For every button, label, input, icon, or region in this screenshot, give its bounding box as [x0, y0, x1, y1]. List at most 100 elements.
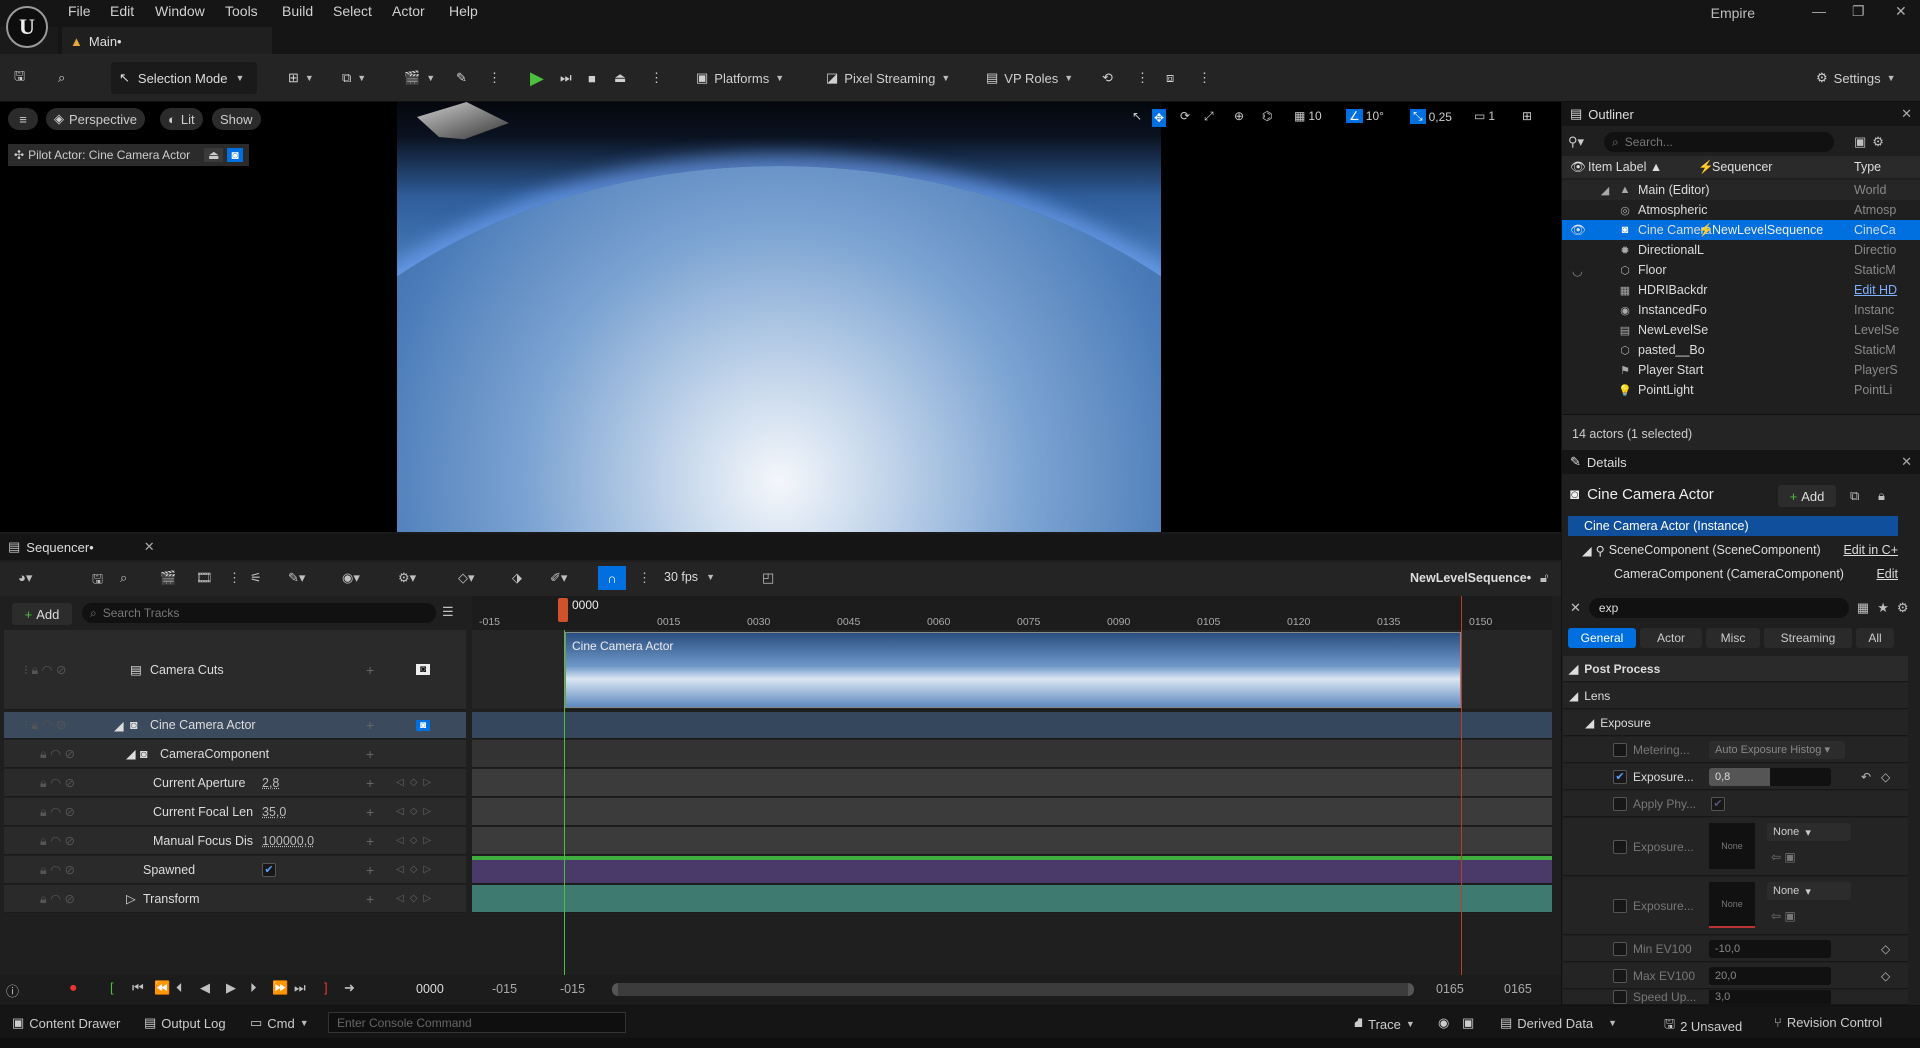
use-selected-icon[interactable]: ⇦ ▣ — [1771, 909, 1796, 923]
menu-actor[interactable]: Actor — [392, 3, 425, 19]
stop-icon[interactable]: ■ — [588, 64, 596, 92]
metering-mode-dropdown[interactable]: Auto Exposure Histog ▾ — [1709, 740, 1845, 759]
override-checkbox-checked[interactable]: ✔ — [1613, 769, 1627, 784]
visibility-icon[interactable]: 👁 — [1570, 160, 1586, 175]
outliner-row[interactable]: ◡ ⬡ Floor StaticM — [1562, 260, 1920, 280]
viewport-menu-icon[interactable]: ≡ — [8, 108, 38, 130]
apply-physical-checkbox[interactable]: ✔ — [1711, 796, 1725, 811]
world-space-icon[interactable]: ⊕ — [1234, 109, 1244, 123]
keyframe-nav-icon[interactable]: ◁◇▷ — [396, 806, 437, 817]
prev-key-icon[interactable]: ⏪ — [154, 980, 170, 996]
track-transform[interactable]: 🔒︎ ◠ ⊘ ▷ Transform + ◁◇▷ — [4, 885, 466, 913]
override-checkbox[interactable] — [1613, 742, 1627, 757]
output-log-button[interactable]: ▤ Output Log — [144, 1015, 226, 1031]
exposure-compensation-slider[interactable]: 0,8 — [1709, 767, 1831, 786]
add-track-button[interactable]: + Add — [12, 603, 72, 625]
table-view-icon[interactable]: ▦ — [1857, 600, 1869, 616]
override-checkbox[interactable] — [1613, 990, 1627, 1004]
outliner-row[interactable]: ✹ DirectionalL Directio — [1562, 240, 1920, 260]
view-icon[interactable]: ◉▾ — [342, 570, 360, 586]
tab-general[interactable]: General — [1568, 628, 1636, 648]
track-controls-icon[interactable]: 🔒︎ ◠ ⊘ — [40, 833, 75, 849]
select-tool-icon[interactable]: ↖ — [1132, 109, 1142, 123]
camera-lock-icon[interactable]: ◙ — [227, 148, 243, 162]
more-options-icon[interactable]: ⋮ — [488, 64, 501, 92]
tab-main[interactable]: ▲ Main• — [62, 27, 272, 54]
key-diamond-icon[interactable]: ◇▾ — [458, 570, 475, 586]
lane-focal[interactable] — [472, 798, 1552, 826]
track-controls-icon[interactable]: ⁝ 🔒︎ ◠ ⊘ — [24, 662, 66, 678]
rotation-snap-button[interactable]: ∠ 10° — [1346, 109, 1384, 123]
keyframe-icon[interactable]: ◇ — [1881, 770, 1890, 784]
texture-dropdown[interactable]: None ▾ — [1767, 823, 1851, 841]
surface-snap-icon[interactable]: ⌬ — [1262, 109, 1272, 123]
jump-start-icon[interactable]: ⏮ — [132, 980, 144, 996]
pixel-streaming-dropdown[interactable]: ◪ Pixel Streaming ▼ — [826, 64, 950, 92]
menu-help[interactable]: Help — [449, 3, 478, 19]
add-icon[interactable]: + — [366, 862, 374, 878]
filter-tracks-icon[interactable]: ☰ — [442, 604, 454, 620]
unreal-logo-icon[interactable]: U — [6, 6, 48, 48]
next-key-icon[interactable]: ⏩ — [272, 980, 288, 996]
lane-cine-camera[interactable] — [472, 712, 1552, 739]
playback-options-icon[interactable]: ⚙▾ — [398, 570, 416, 586]
scale-tool-icon[interactable]: ⤢ — [1204, 109, 1214, 124]
filter-icon[interactable]: ⚟ — [250, 570, 262, 586]
outliner-search-input[interactable]: ⌕ Search... — [1604, 132, 1834, 152]
texture-thumbnail[interactable]: None — [1709, 882, 1755, 928]
toolbar-more2-icon[interactable]: ⋮ — [1198, 64, 1211, 92]
override-checkbox[interactable] — [1613, 839, 1627, 854]
scale-snap-button[interactable]: ⤡ 0,25 — [1410, 109, 1452, 124]
texture-dropdown[interactable]: None ▾ — [1767, 882, 1851, 900]
menu-file[interactable]: File — [68, 3, 91, 19]
blueprint-icon[interactable]: ⧉ ▼ — [342, 64, 366, 92]
track-controls-icon[interactable]: 🔒︎ ◠ ⊘ — [40, 891, 75, 907]
keyframe-nav-icon[interactable]: ◁◇▷ — [396, 893, 437, 904]
override-checkbox[interactable] — [1613, 796, 1627, 811]
set-end-icon[interactable]: ] — [324, 980, 328, 995]
add-component-button[interactable]: + Add — [1778, 485, 1836, 507]
track-current-aperture[interactable]: 🔒︎ ◠ ⊘ Current Aperture 2,8 + ◁◇▷ — [4, 769, 466, 797]
spawned-checkbox[interactable]: ✔ — [262, 862, 276, 877]
lock-icon[interactable]: 🔒︎ — [1878, 488, 1885, 504]
unsaved-button[interactable]: 🖫 2 Unsaved — [1664, 1015, 1742, 1037]
details-search-input[interactable]: exp — [1588, 598, 1849, 618]
track-manual-focus[interactable]: 🔒︎ ◠ ⊘ Manual Focus Dis 100000,0 + ◁◇▷ — [4, 827, 466, 855]
track-controls-icon[interactable]: 🔒︎ ◠ ⊘ — [40, 862, 75, 878]
current-frame-field[interactable]: 0000 — [416, 982, 444, 996]
key-auto-icon[interactable]: ⬗ — [512, 570, 522, 586]
reset-icon[interactable]: ↶ — [1861, 770, 1871, 784]
play-start-field[interactable]: -015 — [560, 982, 585, 996]
world-icon[interactable]: ◕▾ — [18, 570, 32, 586]
col-sequencer[interactable]: Sequencer — [1712, 160, 1772, 174]
keyframe-nav-icon[interactable]: ◁◇▷ — [396, 835, 437, 846]
track-value[interactable]: 2,8 — [262, 776, 279, 790]
close-outliner-icon[interactable]: ✕ — [1901, 106, 1912, 122]
eject-pilot-icon[interactable]: ⏏ — [204, 148, 224, 162]
record-trace-icon[interactable]: ◉ — [1438, 1015, 1449, 1031]
override-checkbox[interactable] — [1613, 898, 1627, 913]
add-icon[interactable]: + — [366, 833, 374, 849]
section-post-process[interactable]: ◢ Post Process — [1563, 656, 1908, 682]
track-current-focal-length[interactable]: 🔒︎ ◠ ⊘ Current Focal Len 35,0 + ◁◇▷ — [4, 798, 466, 826]
outliner-row-type-link[interactable]: Edit HD — [1854, 283, 1914, 297]
trace-dropdown[interactable]: ⛘ Trace ▼ — [1354, 1015, 1415, 1033]
component-instance-row[interactable]: Cine Camera Actor (Instance) — [1568, 516, 1898, 536]
range-scrollbar[interactable] — [612, 983, 1414, 996]
filter-icon[interactable]: ⚲▾ — [1568, 134, 1598, 150]
eject-icon[interactable]: ⏏ — [614, 64, 626, 92]
info-icon[interactable]: ⓘ — [6, 981, 19, 1000]
loop-icon[interactable]: ➜ — [344, 980, 355, 996]
add-icon[interactable]: + — [366, 804, 374, 820]
outliner-row[interactable]: ▦ HDRIBackdr Edit HD — [1562, 280, 1920, 300]
fps-dropdown[interactable]: 30 fps ▼ — [664, 570, 715, 584]
scene-component-row[interactable]: ◢ ⚲ SceneComponent (SceneComponent) Edit in… — [1582, 540, 1898, 560]
search-tracks-input[interactable]: ⌕ Search Tracks — [82, 603, 436, 623]
hidden-eye-icon[interactable]: ◡ — [1572, 263, 1583, 278]
outliner-row-selected[interactable]: 👁 ◙ Cine Camera ⚡ NewLevelSequence CineCa — [1562, 220, 1920, 240]
add-icon[interactable]: + — [366, 891, 374, 907]
rotate-tool-icon[interactable]: ⟳ — [1180, 109, 1190, 123]
jump-end-icon[interactable]: ⏭ — [294, 980, 306, 996]
modeling-icon[interactable]: ✎ — [456, 64, 467, 92]
track-cine-camera-actor[interactable]: ⁝ 🔒︎ ◠ ⊘ ◢ ◙ Cine Camera Actor + ◙ — [4, 712, 466, 739]
